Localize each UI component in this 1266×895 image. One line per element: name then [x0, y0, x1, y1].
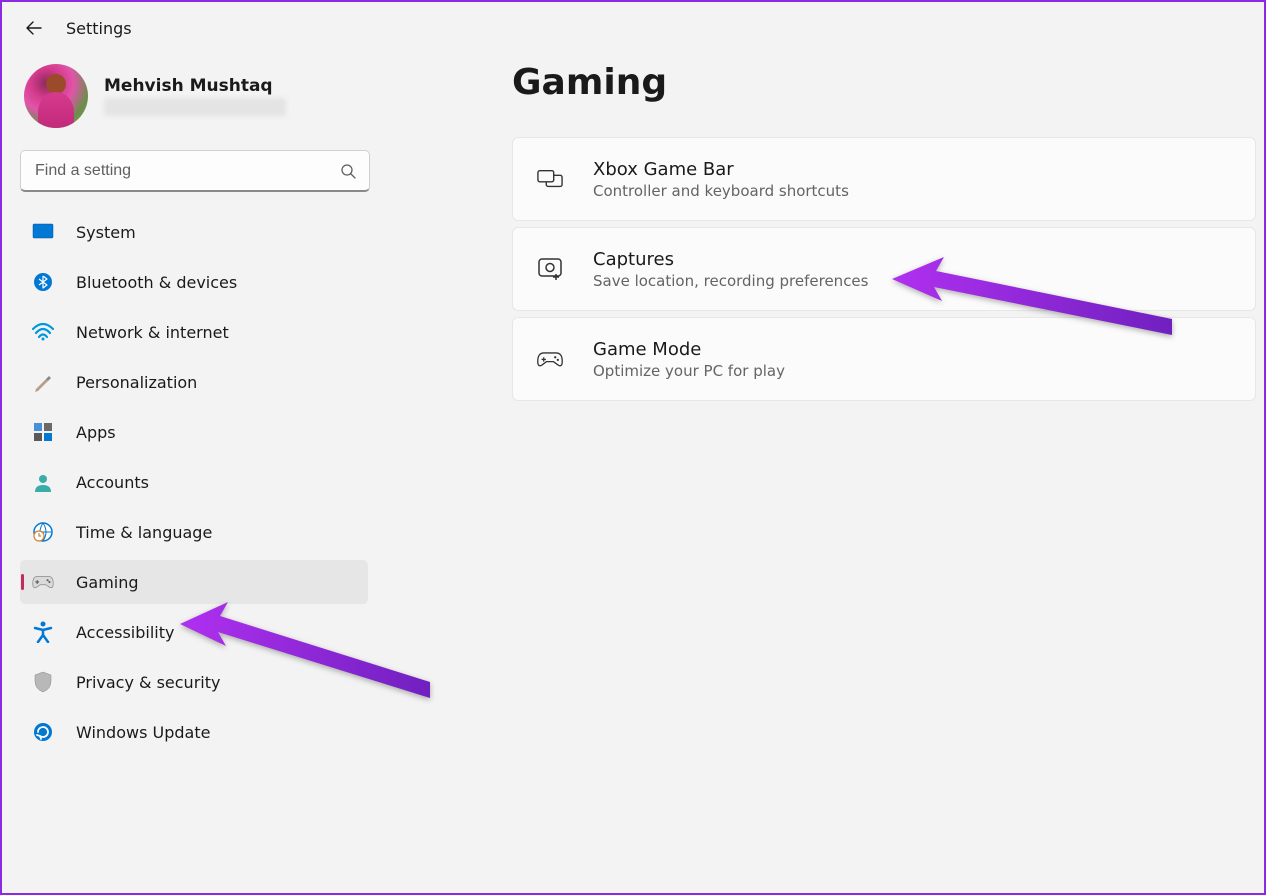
profile-name: Mehvish Mushtaq	[104, 76, 286, 96]
nav-item-privacy[interactable]: Privacy & security	[20, 660, 368, 704]
captures-icon	[537, 256, 563, 282]
nav-label: Network & internet	[76, 323, 229, 342]
nav-label: Accessibility	[76, 623, 174, 642]
avatar	[24, 64, 88, 128]
nav-item-gaming[interactable]: Gaming	[20, 560, 368, 604]
accessibility-icon	[32, 621, 54, 643]
header-bar: Settings	[2, 2, 1264, 54]
nav-item-apps[interactable]: Apps	[20, 410, 368, 454]
page-title: Gaming	[512, 62, 1264, 103]
card-subtitle: Save location, recording preferences	[593, 272, 868, 290]
nav-label: System	[76, 223, 136, 242]
search-input[interactable]	[20, 150, 370, 192]
main-content: Gaming Xbox Game Bar Controller and keyb…	[372, 54, 1264, 760]
sidebar-nav: System Bluetooth & devices Network & int…	[20, 210, 364, 754]
nav-item-accessibility[interactable]: Accessibility	[20, 610, 368, 654]
card-title: Captures	[593, 249, 868, 270]
time-language-icon	[32, 521, 54, 543]
apps-icon	[32, 421, 54, 443]
nav-item-network[interactable]: Network & internet	[20, 310, 368, 354]
nav-label: Personalization	[76, 373, 197, 392]
card-subtitle: Controller and keyboard shortcuts	[593, 182, 849, 200]
search-icon	[340, 163, 356, 179]
network-icon	[32, 321, 54, 343]
nav-item-system[interactable]: System	[20, 210, 368, 254]
gaming-icon	[32, 571, 54, 593]
nav-label: Privacy & security	[76, 673, 220, 692]
privacy-icon	[32, 671, 54, 693]
bluetooth-icon	[32, 271, 54, 293]
app-title: Settings	[66, 19, 132, 38]
game-mode-icon	[537, 346, 563, 372]
accounts-icon	[32, 471, 54, 493]
card-title: Game Mode	[593, 339, 785, 360]
nav-label: Bluetooth & devices	[76, 273, 237, 292]
card-game-mode[interactable]: Game Mode Optimize your PC for play	[512, 317, 1256, 401]
profile-email-redacted	[104, 98, 286, 116]
personalization-icon	[32, 371, 54, 393]
nav-item-bluetooth[interactable]: Bluetooth & devices	[20, 260, 368, 304]
profile-block[interactable]: Mehvish Mushtaq	[20, 54, 364, 150]
nav-item-personalization[interactable]: Personalization	[20, 360, 368, 404]
system-icon	[32, 221, 54, 243]
cards-list: Xbox Game Bar Controller and keyboard sh…	[512, 137, 1264, 401]
nav-label: Gaming	[76, 573, 139, 592]
nav-label: Time & language	[76, 523, 212, 542]
xbox-game-bar-icon	[537, 166, 563, 192]
card-xbox-game-bar[interactable]: Xbox Game Bar Controller and keyboard sh…	[512, 137, 1256, 221]
nav-item-time-language[interactable]: Time & language	[20, 510, 368, 554]
nav-label: Apps	[76, 423, 116, 442]
card-subtitle: Optimize your PC for play	[593, 362, 785, 380]
nav-label: Windows Update	[76, 723, 210, 742]
back-button[interactable]	[24, 18, 44, 38]
nav-item-accounts[interactable]: Accounts	[20, 460, 368, 504]
nav-label: Accounts	[76, 473, 149, 492]
card-title: Xbox Game Bar	[593, 159, 849, 180]
sidebar: Mehvish Mushtaq System Bluetooth & devic…	[2, 54, 372, 760]
nav-item-windows-update[interactable]: Windows Update	[20, 710, 368, 754]
back-arrow-icon	[26, 20, 42, 36]
card-captures[interactable]: Captures Save location, recording prefer…	[512, 227, 1256, 311]
windows-update-icon	[32, 721, 54, 743]
search-wrap	[20, 150, 370, 192]
